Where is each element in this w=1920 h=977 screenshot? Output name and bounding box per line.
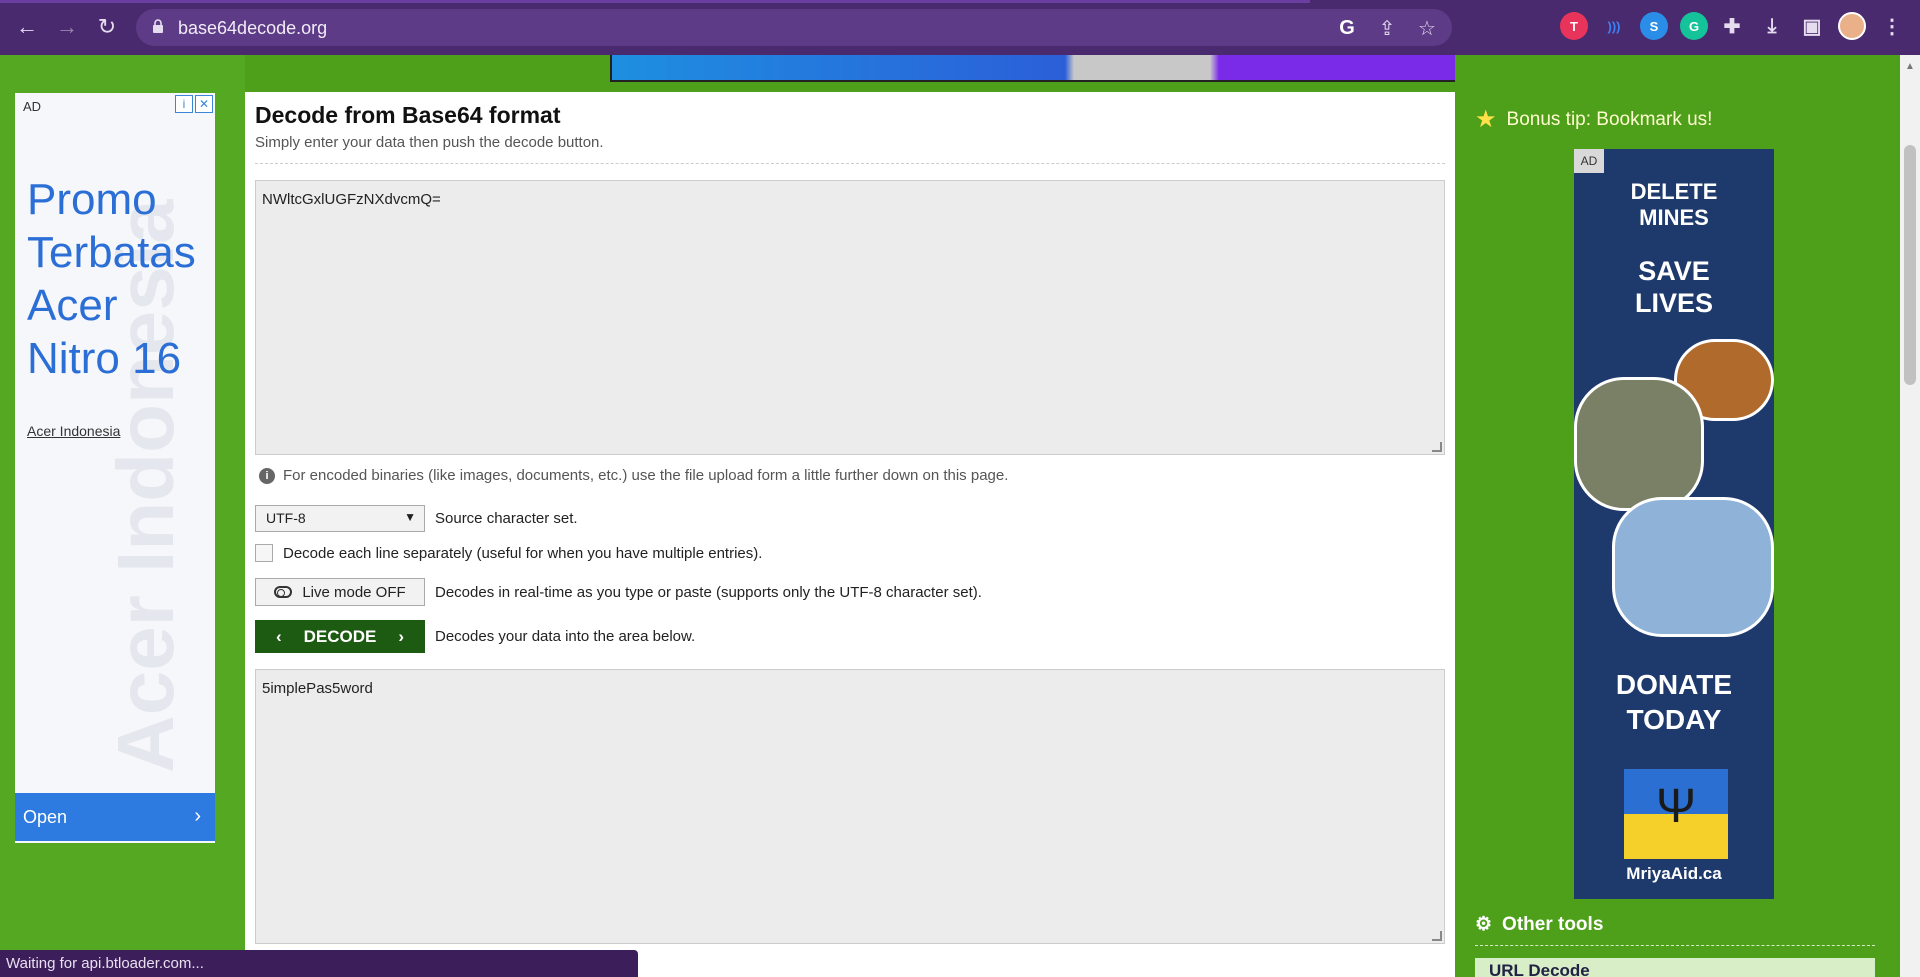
info-icon: i	[259, 467, 275, 484]
charset-select[interactable]: UTF-8 ▼	[255, 505, 425, 532]
address-bar[interactable]: base64decode.org G ⇪ ☆	[136, 9, 1452, 46]
decode-lines-checkbox[interactable]	[255, 544, 273, 562]
charset-row: UTF-8 ▼ Source character set.	[255, 505, 578, 532]
bonus-tip-text: Bonus tip: Bookmark us!	[1506, 108, 1713, 130]
ad-brand: MriyaAid.ca	[1626, 864, 1722, 883]
scroll-up-icon[interactable]: ▲	[1905, 61, 1915, 72]
decode-description: Decodes your data into the area below.	[435, 628, 696, 645]
ad-photo-children	[1612, 497, 1774, 637]
output-textarea[interactable]: 5implePas5word	[255, 669, 1445, 944]
t-extension-icon[interactable]: T	[1560, 12, 1588, 40]
status-bubble: Waiting for api.btloader.com...	[0, 950, 638, 977]
other-tools-divider	[1475, 945, 1875, 946]
live-mode-button[interactable]: Live mode OFF	[255, 578, 425, 606]
right-ad-panel[interactable]: AD DELETE MINES SAVE LIVES DONATE TODAY …	[1574, 149, 1774, 899]
ad-open-label: Open	[23, 807, 68, 827]
page-subtitle: Simply enter your data then push the dec…	[255, 134, 604, 151]
input-textarea[interactable]: NWltcGxlUGFzNXdvcmQ=	[255, 180, 1445, 455]
binary-info: i For encoded binaries (like images, doc…	[259, 467, 1008, 484]
ad-label: AD	[23, 99, 42, 114]
chevron-down-icon: ▼	[404, 510, 416, 524]
download-icon[interactable]: ⤓	[1758, 12, 1786, 40]
chevron-right-icon: ›	[194, 805, 201, 827]
url-text: base64decode.org	[178, 18, 328, 38]
charset-value: UTF-8	[266, 510, 306, 526]
info-text: For encoded binaries (like images, docum…	[283, 467, 1009, 484]
reload-icon[interactable]: ↻	[92, 12, 122, 42]
decode-lines-label[interactable]: Decode each line separately (useful for …	[283, 545, 762, 562]
left-ad-panel[interactable]: AD i ✕ Acer Indonesia Promo Terbatas Ace…	[15, 93, 215, 843]
decode-button[interactable]: ‹ DECODE ›	[255, 620, 425, 653]
ukraine-flag-icon: Ψ	[1624, 769, 1728, 859]
gear-icon: ⚙	[1475, 914, 1493, 935]
decode-row: ‹ DECODE › Decodes your data into the ar…	[255, 620, 695, 653]
tool-link-url-decode[interactable]: URL Decode	[1475, 958, 1875, 977]
toggle-icon	[274, 586, 293, 598]
resize-handle[interactable]	[1432, 442, 1442, 452]
other-tools-title: Other tools	[1502, 913, 1604, 935]
ad-headline[interactable]: Promo Terbatas Acer Nitro 16	[27, 173, 212, 385]
ad-label: AD	[1574, 149, 1604, 173]
share-icon[interactable]: ⇪	[1374, 15, 1400, 41]
close-ad-icon[interactable]: ✕	[195, 95, 213, 113]
ad-line-3: DONATE TODAY	[1615, 669, 1733, 735]
ad-photo-deminer	[1574, 377, 1704, 511]
resize-handle[interactable]	[1432, 931, 1442, 941]
forward-icon[interactable]: →	[52, 12, 82, 42]
page-scrollbar[interactable]: ▲	[1900, 55, 1920, 977]
decode-lines-row: Decode each line separately (useful for …	[255, 544, 762, 562]
bookmark-star-icon[interactable]: ☆	[1414, 15, 1440, 41]
decode-button-label: DECODE	[303, 626, 377, 646]
trident-icon: Ψ	[1655, 780, 1697, 833]
right-sidebar: ★ Bonus tip: Bookmark us! AD DELETE MINE…	[1455, 55, 1900, 977]
ad-line-2: SAVE LIVES	[1634, 256, 1714, 318]
bonus-tip: ★ Bonus tip: Bookmark us!	[1475, 105, 1712, 134]
ad-open-button[interactable]: Open ›	[15, 793, 215, 841]
live-mode-row: Live mode OFF Decodes in real-time as yo…	[255, 578, 982, 606]
browser-toolbar: ← → ↻ base64decode.org G ⇪ ☆ T ))) S G ✚…	[0, 0, 1920, 55]
back-icon[interactable]: ←	[12, 12, 42, 42]
live-mode-label: Live mode OFF	[302, 583, 406, 601]
live-mode-description: Decodes in real-time as you type or past…	[435, 583, 982, 601]
ad-brand-link[interactable]: Acer Indonesia	[27, 423, 120, 439]
other-tools-heading: ⚙ Other tools	[1475, 913, 1603, 936]
decode-card: Decode from Base64 format Simply enter y…	[245, 92, 1455, 977]
lock-icon	[153, 19, 163, 33]
section-divider	[255, 163, 1445, 164]
extensions-puzzle-icon[interactable]: ✚	[1718, 12, 1746, 40]
side-panel-icon[interactable]: ▣	[1798, 12, 1826, 40]
wave-extension-icon[interactable]: )))	[1600, 12, 1628, 40]
ad-line-1: DELETE MINES	[1630, 179, 1718, 230]
google-icon[interactable]: G	[1334, 15, 1360, 41]
adchoices-icon[interactable]: i	[175, 95, 193, 113]
output-value: 5implePas5word	[262, 680, 373, 697]
tab-strip-edge	[0, 0, 1310, 3]
chevron-left-icon: ‹	[275, 626, 282, 646]
star-icon: ★	[1475, 106, 1497, 133]
s-extension-icon[interactable]: S	[1640, 12, 1668, 40]
page-title: Decode from Base64 format	[255, 102, 561, 128]
chevron-right-icon: ›	[398, 626, 405, 646]
charset-label: Source character set.	[435, 510, 578, 527]
input-value: NWltcGxlUGFzNXdvcmQ=	[262, 191, 441, 208]
profile-avatar[interactable]	[1838, 12, 1866, 40]
menu-kebab-icon[interactable]: ⋮	[1878, 12, 1906, 40]
top-banner-ad[interactable]	[610, 55, 1520, 82]
scrollbar-thumb[interactable]	[1904, 145, 1916, 385]
grammarly-extension-icon[interactable]: G	[1680, 12, 1708, 40]
